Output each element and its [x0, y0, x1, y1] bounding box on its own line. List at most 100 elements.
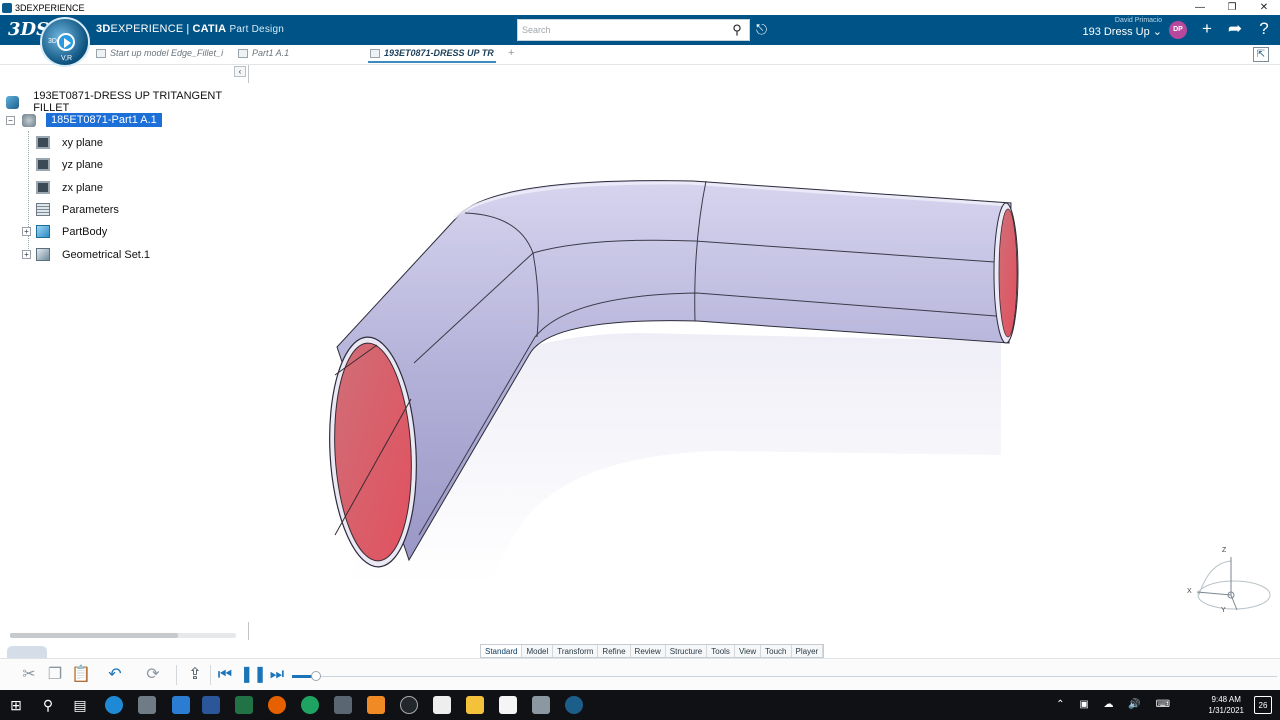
task-view-icon[interactable]: ▤ [70, 695, 90, 715]
add-tab-icon[interactable]: + [508, 47, 514, 59]
tab-tools[interactable]: Tools [707, 645, 735, 657]
tree-root[interactable]: 193ET0871-DRESS UP TRITANGENT FILLET [6, 90, 248, 114]
tab-standard[interactable]: Standard [481, 645, 523, 657]
scrollbar-thumb[interactable] [10, 633, 178, 638]
axis-label-y-overlay: Y [1221, 607, 1226, 614]
tree-item-partbody[interactable]: + PartBody [22, 225, 107, 238]
notepad-icon[interactable] [433, 696, 451, 714]
collab-space-selector[interactable]: 193 Dress Up ⌄ [1082, 25, 1162, 38]
tree-item-xy-plane[interactable]: xy plane [36, 136, 103, 149]
chevron-down-icon: ⌄ [1152, 26, 1162, 38]
plane-icon [36, 158, 50, 171]
tab-dress-up[interactable]: 193ET0871-DRESS UP TR [368, 48, 496, 63]
search-input[interactable] [522, 21, 727, 39]
add-icon[interactable]: + [1196, 19, 1218, 39]
store-icon[interactable] [138, 696, 156, 714]
tab-review[interactable]: Review [631, 645, 666, 657]
notification-center-icon[interactable]: 26 [1254, 696, 1272, 714]
clock[interactable]: 9:48 AM 1/31/2021 [1208, 694, 1244, 716]
tree-item-geometrical-set[interactable]: + Geometrical Set.1 [22, 248, 150, 261]
tree-part-node[interactable]: − 185ET0871-Part1 A.1 [6, 113, 162, 127]
collapse-panel-icon[interactable]: ‹ [234, 66, 246, 77]
player-slider-handle[interactable] [311, 671, 321, 681]
word-icon[interactable] [202, 696, 220, 714]
tree-root-label: 193ET0871-DRESS UP TRITANGENT FILLET [33, 90, 222, 114]
search-box: ⚲ [517, 19, 750, 41]
tab-structure[interactable]: Structure [666, 645, 708, 657]
expand-node-icon[interactable]: + [22, 250, 31, 259]
tab-view[interactable]: View [735, 645, 762, 657]
search-icon[interactable]: ⚲ [727, 22, 747, 38]
pause-icon[interactable]: ❚❚ [240, 664, 267, 686]
tree-item-label: Parameters [62, 203, 119, 216]
axis-label-z-overlay: Z [1222, 547, 1227, 554]
player-timeline[interactable] [292, 676, 1277, 677]
tree-item-zx-plane[interactable]: zx plane [36, 181, 103, 194]
close-button[interactable]: ✕ [1248, 0, 1280, 15]
tab-transform[interactable]: Transform [553, 645, 599, 657]
share-icon[interactable]: ➦ [1224, 19, 1246, 39]
export-icon[interactable]: ⇪ [184, 664, 206, 686]
tree-part-label: 185ET0871-Part1 A.1 [46, 113, 162, 127]
help-icon[interactable]: ? [1253, 19, 1275, 39]
avatar[interactable]: DP [1169, 21, 1187, 39]
plane-icon [36, 136, 50, 149]
window-title: 3DEXPERIENCE [15, 2, 85, 13]
app-header: 3DS 3DEXPERIENCE|CATIA Part Design ⚲ ⎋ D… [0, 15, 1280, 45]
undo-icon[interactable]: ↶ [104, 664, 126, 686]
tab-player[interactable]: Player [792, 645, 824, 657]
firefox-icon[interactable] [268, 696, 286, 714]
tube-far-face[interactable] [998, 208, 1018, 338]
app-name: Part Design [229, 24, 284, 35]
tab-part1[interactable]: Part1 A.1 [238, 48, 289, 58]
axis-compass[interactable] [1196, 557, 1271, 611]
fit-all-icon[interactable]: ⇱ [1253, 47, 1269, 62]
edge-browser-icon[interactable] [105, 696, 123, 714]
maximize-button[interactable]: ❐ [1216, 0, 1248, 15]
update-icon[interactable]: ⟳ [142, 664, 164, 686]
document-icon [370, 48, 380, 58]
tab-startup-model[interactable]: Start up model Edge_Fillet_i [96, 48, 223, 58]
minimize-button[interactable]: — [1184, 0, 1216, 15]
axis-label-x-overlay: X [1187, 588, 1192, 595]
3d-model[interactable] [249, 65, 1280, 643]
tree-item-label: yz plane [62, 158, 103, 171]
chrome-icon[interactable] [301, 696, 319, 714]
tree-item-parameters[interactable]: Parameters [36, 203, 119, 216]
plane-icon [36, 181, 50, 194]
tag-icon[interactable]: ⎋ [756, 21, 767, 38]
document-icon[interactable] [499, 696, 517, 714]
action-bar: ✂ ❐ 📋 ↶ ⟳ ⇪ ⏮ ❚❚ ⏭ [0, 658, 1280, 690]
product-icon [6, 95, 20, 109]
step-back-icon[interactable]: ⏮ [214, 664, 236, 686]
windows-start-icon[interactable]: ⊞ [6, 695, 26, 715]
tree-item-yz-plane[interactable]: yz plane [36, 158, 103, 171]
action-bar-handle[interactable] [7, 646, 47, 658]
expand-node-icon[interactable]: + [22, 227, 31, 236]
compass-widget[interactable]: 3D V,R [40, 17, 90, 67]
3dexperience-taskbar-icon[interactable] [565, 696, 583, 714]
collapse-node-icon[interactable]: − [6, 115, 15, 125]
system-tray-icons[interactable]: ⌃ ▣ ☁ 🔊 ⌨ [1056, 699, 1176, 710]
app-icon[interactable] [532, 696, 550, 714]
step-forward-icon[interactable]: ⏭ [266, 664, 288, 686]
mail-icon[interactable] [172, 696, 190, 714]
tree-item-label: xy plane [62, 136, 103, 149]
user-block[interactable]: David Primacio 193 Dress Up ⌄ [1082, 17, 1162, 38]
search-icon[interactable]: ⚲ [38, 695, 58, 715]
vlc-icon[interactable] [367, 696, 385, 714]
play-icon[interactable] [57, 33, 75, 51]
tab-model[interactable]: Model [522, 645, 554, 657]
action-bar-tabs: Standard Model Transform Refine Review S… [480, 644, 825, 658]
obs-icon[interactable] [400, 696, 418, 714]
excel-icon[interactable] [235, 696, 253, 714]
tab-touch[interactable]: Touch [761, 645, 792, 657]
tree-scrollbar[interactable] [10, 633, 236, 638]
tab-refine[interactable]: Refine [598, 645, 631, 657]
paste-icon[interactable]: 📋 [70, 664, 92, 686]
copy-icon[interactable]: ❐ [44, 664, 66, 686]
calculator-icon[interactable] [334, 696, 352, 714]
file-explorer-icon[interactable] [466, 696, 484, 714]
cut-icon[interactable]: ✂ [18, 664, 40, 686]
3d-viewport[interactable] [249, 65, 1280, 643]
